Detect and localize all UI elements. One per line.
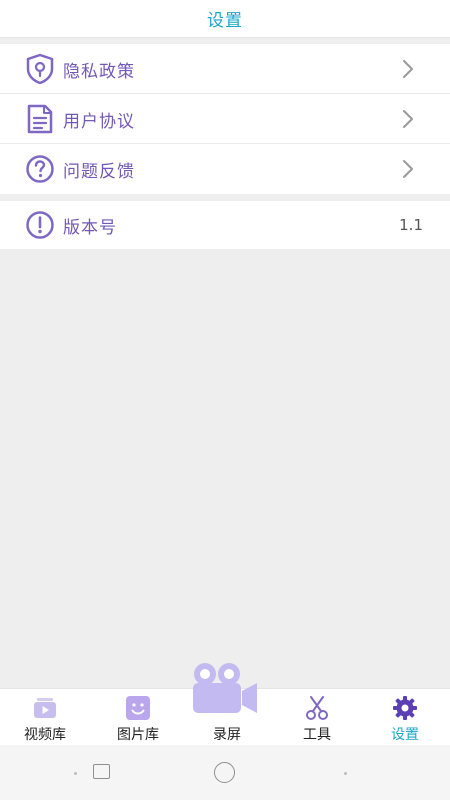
document-icon (24, 103, 56, 135)
page-title: 设置 (207, 11, 243, 31)
header: 设置 (0, 0, 450, 38)
system-dot (74, 772, 77, 775)
recent-apps-button[interactable] (93, 764, 110, 779)
home-button[interactable] (214, 762, 235, 783)
chevron-right-icon (400, 59, 416, 79)
tab-label: 工具 (303, 727, 331, 743)
image-library-icon (125, 695, 151, 721)
chevron-right-icon (400, 159, 416, 179)
version-group: 版本号 1.1 (0, 201, 450, 249)
tab-tools[interactable]: 工具 (272, 689, 362, 746)
privacy-policy-label: 隐私政策 (63, 61, 135, 82)
tab-settings[interactable]: 设置 (360, 689, 450, 746)
feedback-label: 问题反馈 (63, 161, 135, 182)
version-value: 1.1 (399, 216, 423, 234)
tab-video-library[interactable]: 视频库 (0, 689, 90, 746)
question-circle-icon (24, 153, 56, 185)
tab-label: 设置 (391, 727, 419, 743)
tab-label: 图片库 (117, 727, 159, 743)
feedback-row[interactable]: 问题反馈 (0, 144, 450, 194)
version-label: 版本号 (63, 217, 117, 238)
privacy-policy-row[interactable]: 隐私政策 (0, 44, 450, 94)
settings-group: 隐私政策 用户协议 问题反馈 (0, 44, 450, 194)
exclamation-circle-icon (24, 209, 56, 241)
bottom-nav: 视频库 图片库 录屏 工具 设置 (0, 663, 450, 746)
system-nav-bar (0, 745, 450, 800)
privacy-shield-icon (24, 53, 56, 85)
version-row: 版本号 1.1 (0, 201, 450, 249)
system-dot (344, 772, 347, 775)
tab-image-library[interactable]: 图片库 (93, 689, 183, 746)
video-library-icon (32, 695, 58, 721)
user-agreement-label: 用户协议 (63, 111, 135, 132)
user-agreement-row[interactable]: 用户协议 (0, 94, 450, 144)
video-camera-icon[interactable] (190, 661, 260, 717)
gear-icon (392, 695, 418, 721)
scissors-icon (304, 695, 330, 721)
tab-label: 视频库 (24, 727, 66, 743)
tab-label: 录屏 (213, 727, 241, 743)
chevron-right-icon (400, 109, 416, 129)
